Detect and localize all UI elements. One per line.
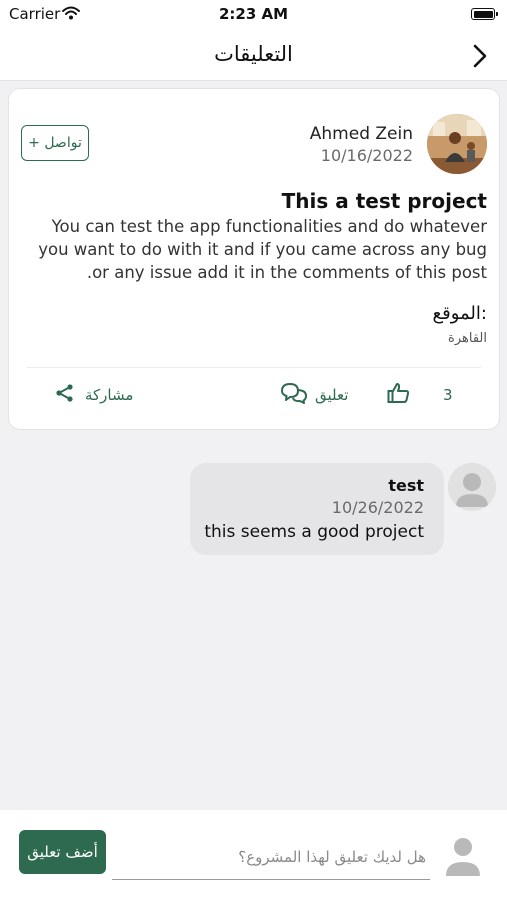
follow-button[interactable]: + تواصل [21, 125, 89, 161]
location-value: القاهرة [448, 331, 487, 346]
comment-label: تعليق [315, 386, 349, 404]
comment-text: this seems a good project [204, 522, 424, 542]
page-title: التعليقات [214, 42, 293, 66]
comment-input[interactable] [112, 834, 430, 880]
post-title: This a test project [281, 189, 487, 213]
comment-button[interactable]: تعليق [279, 383, 348, 407]
status-time: 2:23 AM [218, 5, 289, 23]
comment-composer: أضف تعليق [0, 810, 507, 900]
chevron-right-icon[interactable] [466, 42, 494, 70]
user-silhouette-icon[interactable] [448, 463, 496, 511]
comment-bubble: test 10/26/2022 this seems a good projec… [190, 463, 444, 555]
status-bar: Carrier 2:23 AM [0, 0, 507, 30]
author-avatar[interactable] [427, 114, 487, 174]
chat-bubbles-icon [279, 382, 309, 408]
nav-bar: التعليقات [0, 30, 507, 81]
share-label: مشاركة [85, 386, 134, 404]
author-name[interactable]: Ahmed Zein [310, 124, 413, 144]
comment-date: 10/26/2022 [331, 498, 424, 517]
user-silhouette-icon [438, 830, 488, 880]
post-date: 10/16/2022 [320, 146, 413, 165]
battery-icon [471, 8, 498, 20]
add-comment-button[interactable]: أضف تعليق [19, 830, 106, 874]
like-count: 3 [443, 386, 453, 404]
divider [27, 367, 481, 368]
thumbs-up-icon [387, 382, 411, 408]
post-body: You can test the app functionalities and… [38, 217, 487, 282]
location-label: الموقع: [432, 303, 487, 324]
comment-author[interactable]: test [388, 476, 424, 495]
share-button[interactable]: مشاركة [55, 383, 133, 407]
like-button[interactable] [387, 383, 411, 407]
share-icon [55, 383, 75, 407]
post-card: Ahmed Zein 10/16/2022 + تواصل This a tes… [8, 88, 500, 430]
